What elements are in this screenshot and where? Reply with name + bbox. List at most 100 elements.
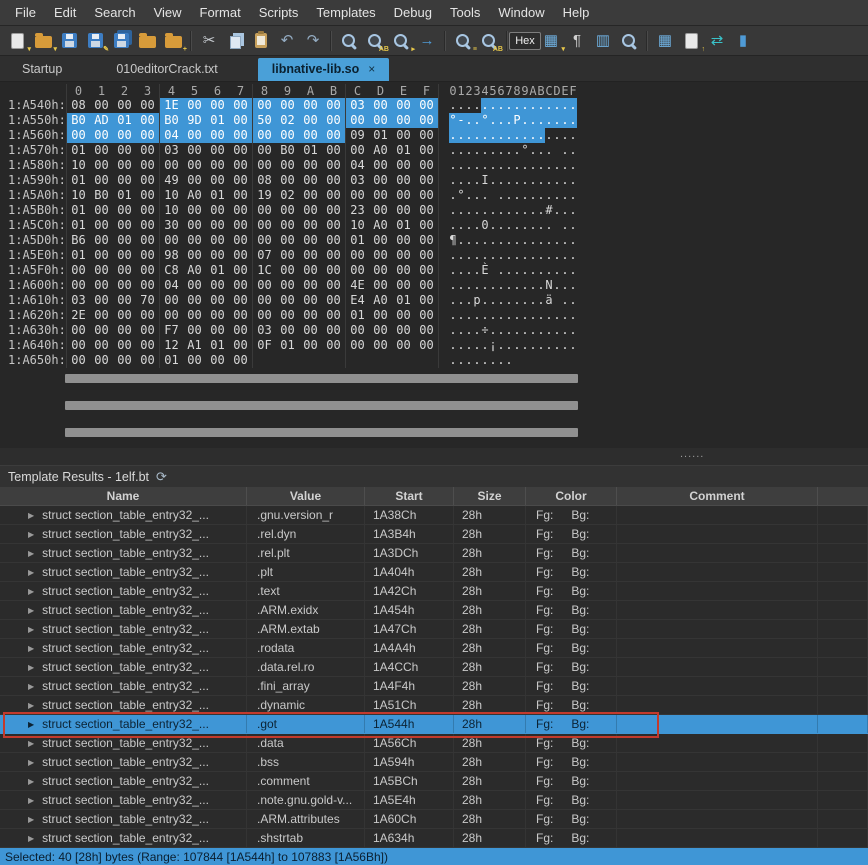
hex-byte[interactable]: 00 [253,308,276,323]
ascii-char[interactable]: . [529,278,537,293]
ascii-char[interactable]: . [457,338,465,353]
ascii-char[interactable]: - [457,113,465,128]
ascii-char[interactable]: . [473,203,481,218]
hex-byte[interactable]: 00 [415,278,438,293]
tab-close-icon[interactable]: × [368,62,375,76]
ascii-char[interactable]: . [553,248,561,263]
ascii-char[interactable]: ä [545,293,553,308]
hex-byte[interactable]: 00 [299,113,322,128]
ascii-char[interactable]: . [569,308,577,323]
hex-byte[interactable]: 00 [346,248,369,263]
menu-item-search[interactable]: Search [85,1,144,24]
hex-byte[interactable]: 00 [136,203,159,218]
ascii-char[interactable]: . [505,158,513,173]
expand-arrow-icon[interactable]: ▶ [28,834,34,843]
ascii-char[interactable]: . [529,248,537,263]
ascii-char[interactable] [553,143,561,158]
menu-item-edit[interactable]: Edit [45,1,85,24]
hex-byte[interactable]: 00 [183,158,206,173]
hex-byte[interactable]: 00 [229,278,252,293]
hex-byte[interactable]: 00 [299,338,322,353]
ascii-char[interactable]: . [473,278,481,293]
hex-byte[interactable]: 00 [276,308,299,323]
hex-byte[interactable]: 19 [253,188,276,203]
ascii-char[interactable]: . [497,218,505,233]
hex-byte[interactable]: 04 [160,278,183,293]
hex-byte[interactable]: 10 [346,218,369,233]
menu-item-format[interactable]: Format [191,1,250,24]
ascii-char[interactable]: . [561,158,569,173]
splitter-grip[interactable]: ...... [680,448,704,460]
ascii-char[interactable]: . [513,203,521,218]
ascii-char[interactable]: . [521,203,529,218]
hex-byte[interactable]: 00 [392,158,415,173]
hex-byte[interactable]: 1E [160,98,183,113]
ascii-char[interactable]: . [449,338,457,353]
hex-byte[interactable]: 00 [136,188,159,203]
hex-byte[interactable]: 00 [229,218,252,233]
hex-byte[interactable]: 00 [392,263,415,278]
ascii-char[interactable]: . [481,188,489,203]
hex-byte[interactable]: 00 [299,248,322,263]
expand-arrow-icon[interactable]: ▶ [28,587,34,596]
ascii-char[interactable]: . [497,143,505,158]
hex-byte[interactable]: 00 [113,308,136,323]
ascii-char[interactable]: . [489,293,497,308]
hex-byte[interactable]: 00 [276,278,299,293]
hex-byte[interactable]: 12 [160,338,183,353]
ascii-char[interactable]: . [465,98,473,113]
hex-byte[interactable]: 00 [369,248,392,263]
hex-byte[interactable]: 00 [67,338,90,353]
save-all-icon[interactable] [108,29,134,53]
ascii-char[interactable]: . [505,308,513,323]
hex-byte[interactable]: 00 [136,308,159,323]
ascii-char[interactable] [489,263,497,278]
ascii-char[interactable]: . [465,233,473,248]
column-header-name[interactable]: Name [0,487,247,505]
menu-item-view[interactable]: View [145,1,191,24]
ascii-char[interactable]: . [537,323,545,338]
menu-item-debug[interactable]: Debug [385,1,441,24]
hex-byte[interactable] [253,353,276,368]
hex-byte[interactable]: B0 [90,188,113,203]
hex-byte[interactable]: 00 [113,278,136,293]
column-header-color[interactable]: Color [526,487,617,505]
hex-byte[interactable]: 00 [346,143,369,158]
hex-byte[interactable]: 00 [229,248,252,263]
ascii-char[interactable]: . [497,308,505,323]
add-folder-icon[interactable]: + [160,29,186,53]
hex-byte[interactable]: 00 [299,263,322,278]
ascii-char[interactable]: . [569,158,577,173]
hex-byte[interactable]: 00 [369,188,392,203]
hex-byte[interactable] [415,353,438,368]
hex-byte[interactable]: 00 [160,158,183,173]
hex-byte[interactable]: 00 [206,323,229,338]
ascii-char[interactable]: . [457,353,465,368]
hex-byte[interactable]: 07 [253,248,276,263]
expand-arrow-icon[interactable]: ▶ [28,549,34,558]
hex-byte[interactable]: 00 [299,173,322,188]
ascii-char[interactable]: . [465,263,473,278]
ascii-char[interactable]: . [569,233,577,248]
hex-byte[interactable]: 00 [90,203,113,218]
ascii-char[interactable]: . [457,98,465,113]
ascii-char[interactable]: . [521,128,529,143]
hex-byte[interactable]: 00 [253,143,276,158]
hex-byte[interactable]: 00 [369,98,392,113]
ascii-char[interactable]: . [465,128,473,143]
expand-arrow-icon[interactable]: ▶ [28,777,34,786]
ascii-char[interactable]: . [449,188,457,203]
ascii-char[interactable]: . [569,98,577,113]
ascii-char[interactable]: . [561,323,569,338]
column-mode-icon[interactable]: ▥ [590,29,616,53]
hex-byte[interactable]: 00 [276,233,299,248]
ascii-char[interactable]: . [529,233,537,248]
hex-byte[interactable]: 00 [322,293,345,308]
hex-byte[interactable]: 01 [67,248,90,263]
table-row[interactable]: ▶struct section_table_entry32_....shstrt… [0,829,868,848]
ascii-char[interactable]: . [481,233,489,248]
ascii-char[interactable]: . [521,188,529,203]
ascii-char[interactable]: . [449,278,457,293]
hex-byte[interactable]: 00 [369,158,392,173]
hex-byte[interactable]: 00 [276,158,299,173]
